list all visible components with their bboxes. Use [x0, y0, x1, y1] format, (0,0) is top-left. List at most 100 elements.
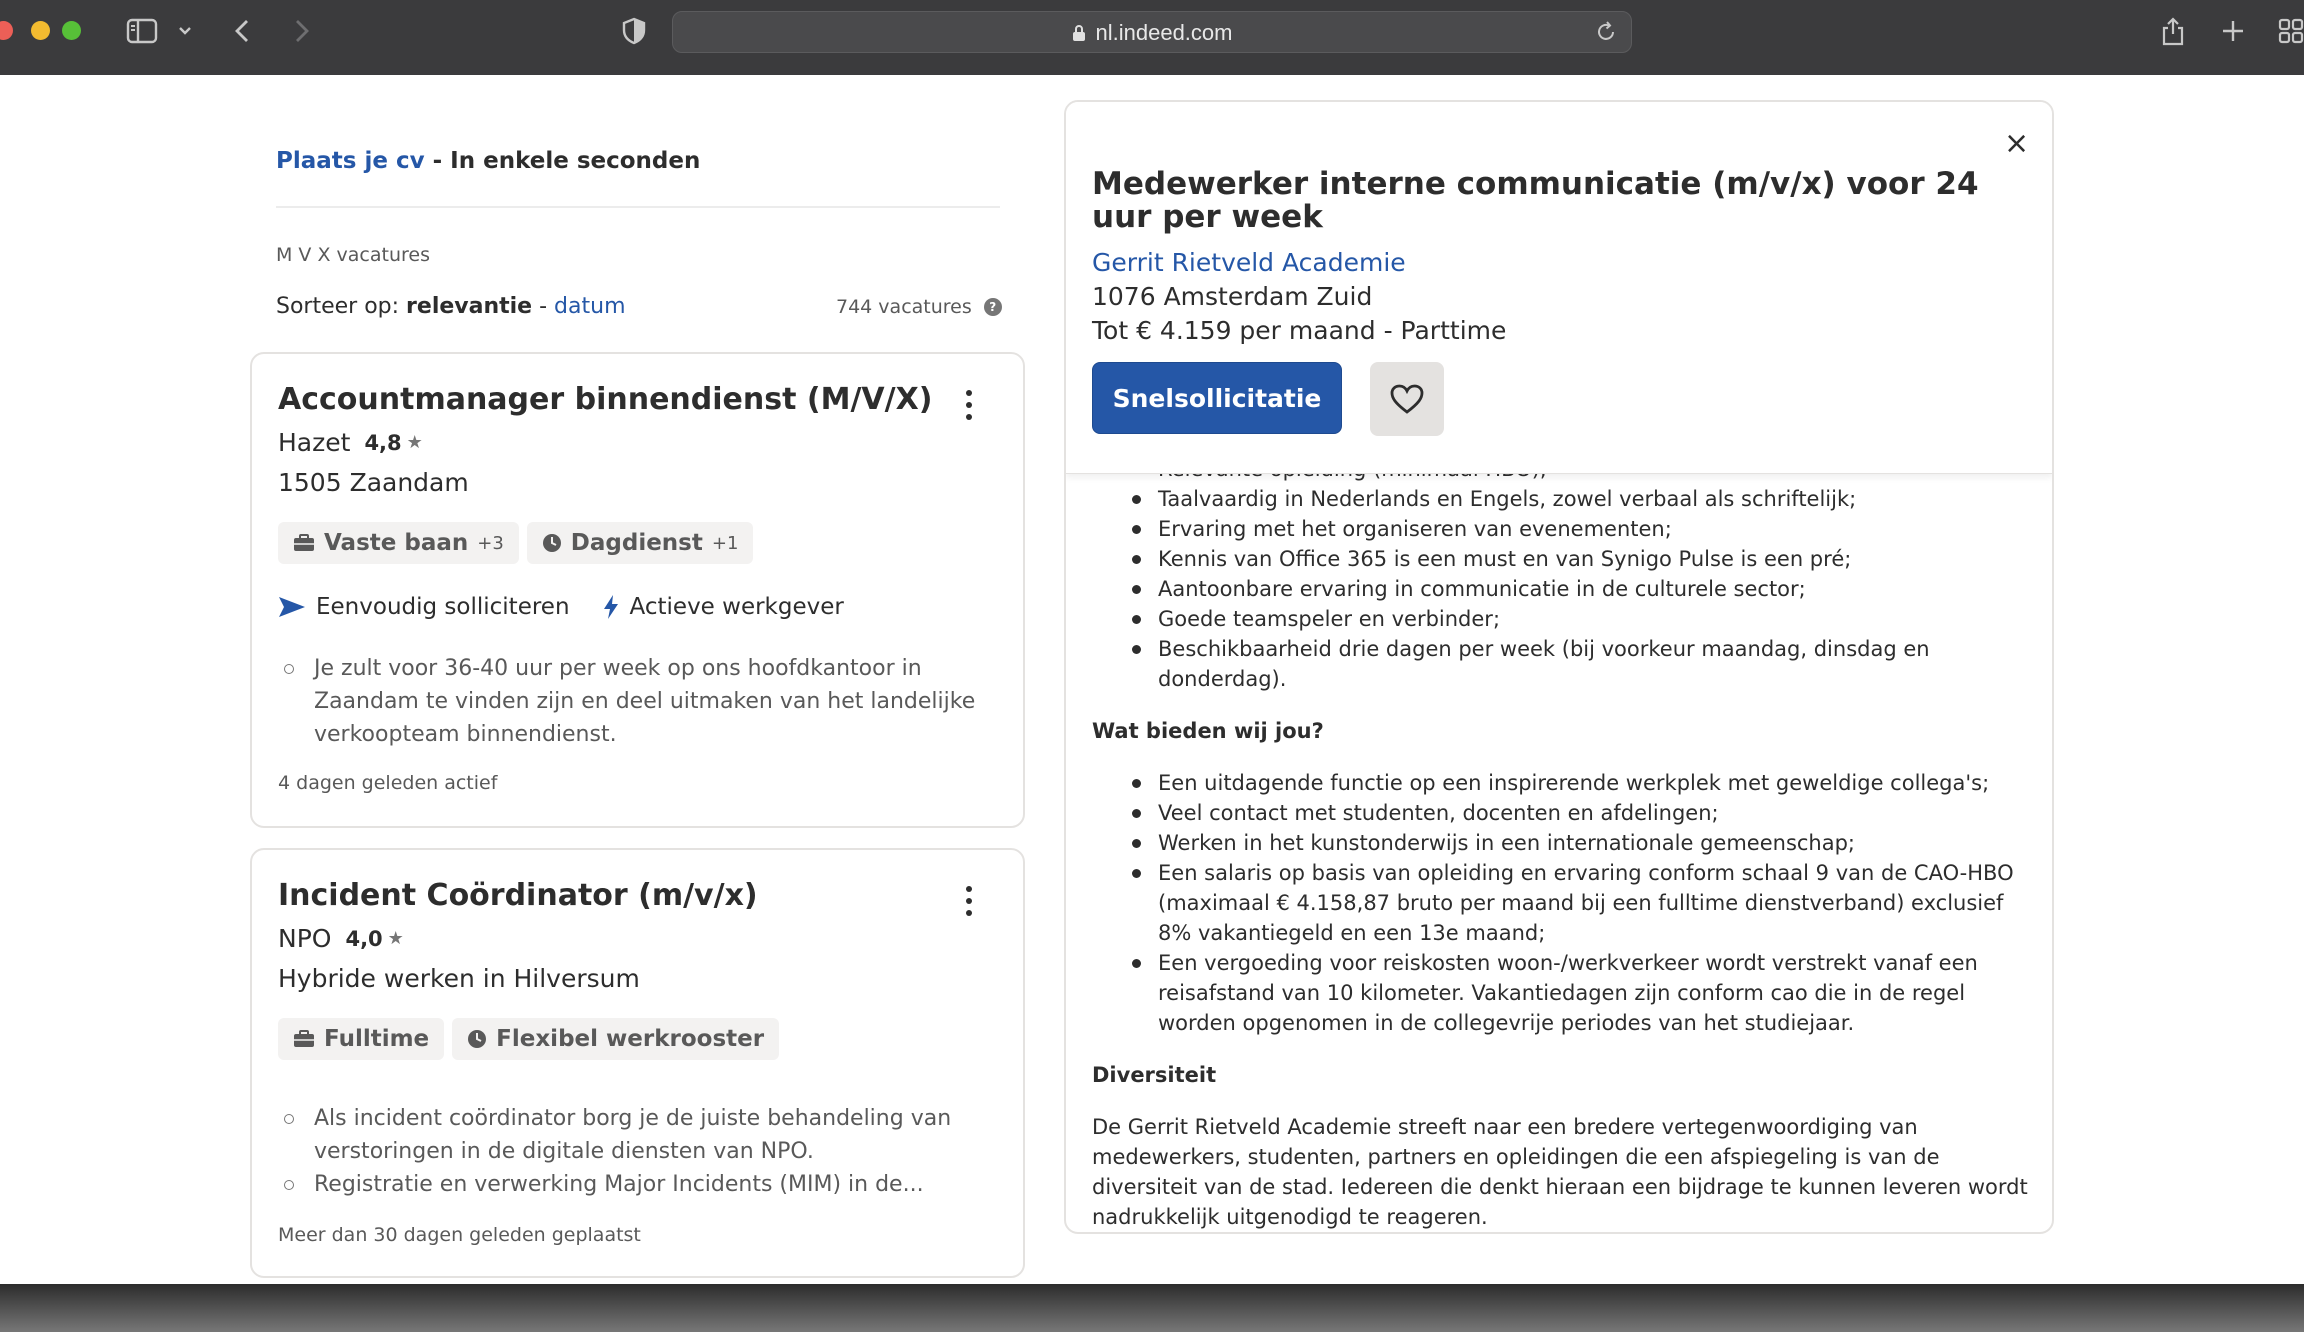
tag-extra: +3	[477, 532, 504, 554]
list-item: Taalvaardig in Nederlands en Engels, zow…	[1092, 484, 2042, 514]
clock-icon	[542, 534, 561, 552]
diversity-text: De Gerrit Rietveld Academie streeft naar…	[1092, 1115, 2028, 1229]
list-item: Een salaris op basis van opleiding en er…	[1092, 858, 2042, 948]
list-item: Veel contact met studenten, docenten en …	[1092, 798, 2042, 828]
schedule-tag[interactable]: Flexibel werkrooster	[452, 1018, 780, 1060]
clock-icon	[468, 1030, 487, 1048]
close-icon[interactable]: ×	[2004, 126, 2029, 161]
company-rating: 4,0	[345, 926, 383, 951]
list-item: Kennis van Office 365 is een must en van…	[1092, 544, 2042, 574]
job-count-text: 744 vacatures	[836, 296, 972, 318]
list-item: Goede teamspeler en verbinder;	[1092, 604, 2042, 634]
list-item: Beschikbaarheid drie dagen per week (bij…	[1092, 634, 2042, 694]
list-item: Werken in het kunstonderwijs in een inte…	[1092, 828, 2042, 858]
list-item: Aantoonbare ervaring in communicatie in …	[1092, 574, 2042, 604]
save-job-button[interactable]	[1370, 362, 1444, 436]
company-name: Hazet	[278, 428, 351, 457]
post-cv-banner: Plaats je cv - In enkele seconden	[276, 148, 700, 174]
address-bar[interactable]: nl.indeed.com	[672, 11, 1632, 53]
sidebar-toggle-icon[interactable]	[124, 14, 160, 48]
detail-salary: Tot € 4.159 per maand - Parttime	[1092, 316, 1507, 345]
post-cv-link[interactable]: Plaats je cv	[276, 148, 425, 174]
company-name: NPO	[278, 924, 332, 953]
tag-extra: +1	[711, 532, 739, 554]
job-card[interactable]: Accountmanager binnendienst (M/V/X) Haze…	[250, 352, 1025, 828]
lightning-icon	[603, 595, 618, 619]
sort-date-link[interactable]: datum	[554, 294, 625, 319]
list-item: Een uitdagende functie op een inspireren…	[1092, 768, 2042, 798]
job-location: 1505 Zaandam	[278, 468, 469, 497]
offer-heading: Wat bieden wij jou?	[1092, 719, 1324, 743]
tag-label: Fulltime	[324, 1026, 430, 1052]
diversity-heading: Diversiteit	[1092, 1063, 1217, 1087]
active-employer-feature: Actieve werkgever	[602, 594, 844, 620]
browser-toolbar: nl.indeed.com	[0, 0, 2304, 75]
tab-overview-icon[interactable]	[2278, 14, 2304, 48]
sort-separator: -	[532, 294, 555, 319]
briefcase-icon	[294, 1030, 314, 1047]
sort-options: Sorteer op: relevantie - datum	[276, 294, 626, 319]
detail-location: 1076 Amsterdam Zuid	[1092, 282, 1373, 311]
tag-label: Vaste baan	[324, 530, 469, 556]
job-snippet: Je zult voor 36-40 uur per week op ons h…	[278, 652, 998, 751]
snippet-item: Als incident coördinator borg je de juis…	[278, 1102, 998, 1168]
job-location: Hybride werken in Hilversum	[278, 964, 640, 993]
easy-apply-feature: Eenvoudig solliciteren	[278, 594, 570, 620]
chevron-down-icon[interactable]	[176, 14, 194, 48]
heart-icon	[1390, 384, 1424, 414]
company-info: NPO 4,0 ★	[278, 924, 404, 953]
zoom-window-button[interactable]	[62, 21, 81, 40]
job-type-tag[interactable]: Fulltime	[278, 1018, 445, 1060]
star-icon: ★	[406, 432, 423, 453]
help-icon[interactable]: ?	[983, 298, 1002, 316]
feature-label: Actieve werkgever	[629, 594, 844, 620]
company-rating: 4,8	[364, 430, 402, 455]
briefcase-icon	[294, 534, 314, 551]
feature-label: Eenvoudig solliciteren	[316, 594, 570, 620]
tag-label: Flexibel werkrooster	[496, 1026, 765, 1052]
url-text: nl.indeed.com	[1095, 20, 1233, 45]
job-type-tag[interactable]: Vaste baan +3	[278, 522, 519, 564]
search-label: M V X vacatures	[276, 244, 430, 266]
offer-list: Een uitdagende functie op een inspireren…	[1092, 768, 2042, 1038]
detail-job-title: Medewerker interne communicatie (m/v/x) …	[1092, 166, 1979, 235]
sort-prefix: Sorteer op:	[276, 294, 400, 319]
job-detail-panel: × Medewerker interne communicatie (m/v/x…	[1064, 100, 2054, 1234]
company-info: Hazet 4,8 ★	[278, 428, 423, 457]
job-tags: Fulltime Flexibel werkrooster	[278, 1018, 787, 1060]
more-options-icon[interactable]	[964, 390, 974, 426]
snippet-item: Je zult voor 36-40 uur per week op ons h…	[278, 652, 998, 751]
job-title[interactable]: Accountmanager binnendienst (M/V/X)	[278, 382, 932, 417]
detail-company-link[interactable]: Gerrit Rietveld Academie	[1092, 248, 1406, 277]
posted-date: Meer dan 30 dagen geleden geplaatst	[278, 1224, 641, 1246]
post-cv-text: - In enkele seconden	[424, 148, 701, 174]
posted-date: 4 dagen geleden actief	[278, 772, 498, 794]
shift-tag[interactable]: Dagdienst +1	[526, 522, 754, 564]
job-tags: Vaste baan +3 Dagdienst +1	[278, 522, 761, 564]
job-card[interactable]: Incident Coördinator (m/v/x) NPO 4,0 ★ H…	[250, 848, 1025, 1278]
share-icon[interactable]	[2158, 14, 2188, 48]
job-detail-header: × Medewerker interne communicatie (m/v/x…	[1066, 102, 2052, 474]
job-snippet: Als incident coördinator borg je de juis…	[278, 1102, 998, 1201]
close-window-button[interactable]	[0, 21, 13, 40]
list-item: Een vergoeding voor reiskosten woon-/wer…	[1092, 948, 2042, 1038]
job-description: Relevante opleiding (minimaal HBO); Taal…	[1092, 457, 2042, 1232]
job-count: 744 vacatures ?	[836, 296, 1002, 318]
new-tab-icon[interactable]	[2218, 14, 2248, 48]
job-title[interactable]: Incident Coördinator (m/v/x)	[278, 878, 758, 913]
divider	[276, 206, 1000, 208]
minimize-window-button[interactable]	[31, 21, 50, 40]
reload-icon[interactable]	[1595, 21, 1617, 47]
more-options-icon[interactable]	[964, 886, 974, 922]
sort-relevance: relevantie	[406, 294, 533, 319]
snippet-item: Registratie en verwerking Major Incident…	[278, 1168, 998, 1201]
window-bottom-edge	[0, 1284, 2304, 1332]
forward-icon[interactable]	[290, 14, 314, 48]
privacy-shield-icon[interactable]	[620, 14, 648, 48]
apply-button[interactable]: Snelsollicitatie	[1092, 362, 1342, 434]
tag-label: Dagdienst	[570, 530, 703, 556]
star-icon: ★	[387, 928, 404, 949]
lock-icon	[1072, 25, 1085, 41]
back-icon[interactable]	[230, 14, 254, 48]
send-icon	[279, 597, 305, 617]
